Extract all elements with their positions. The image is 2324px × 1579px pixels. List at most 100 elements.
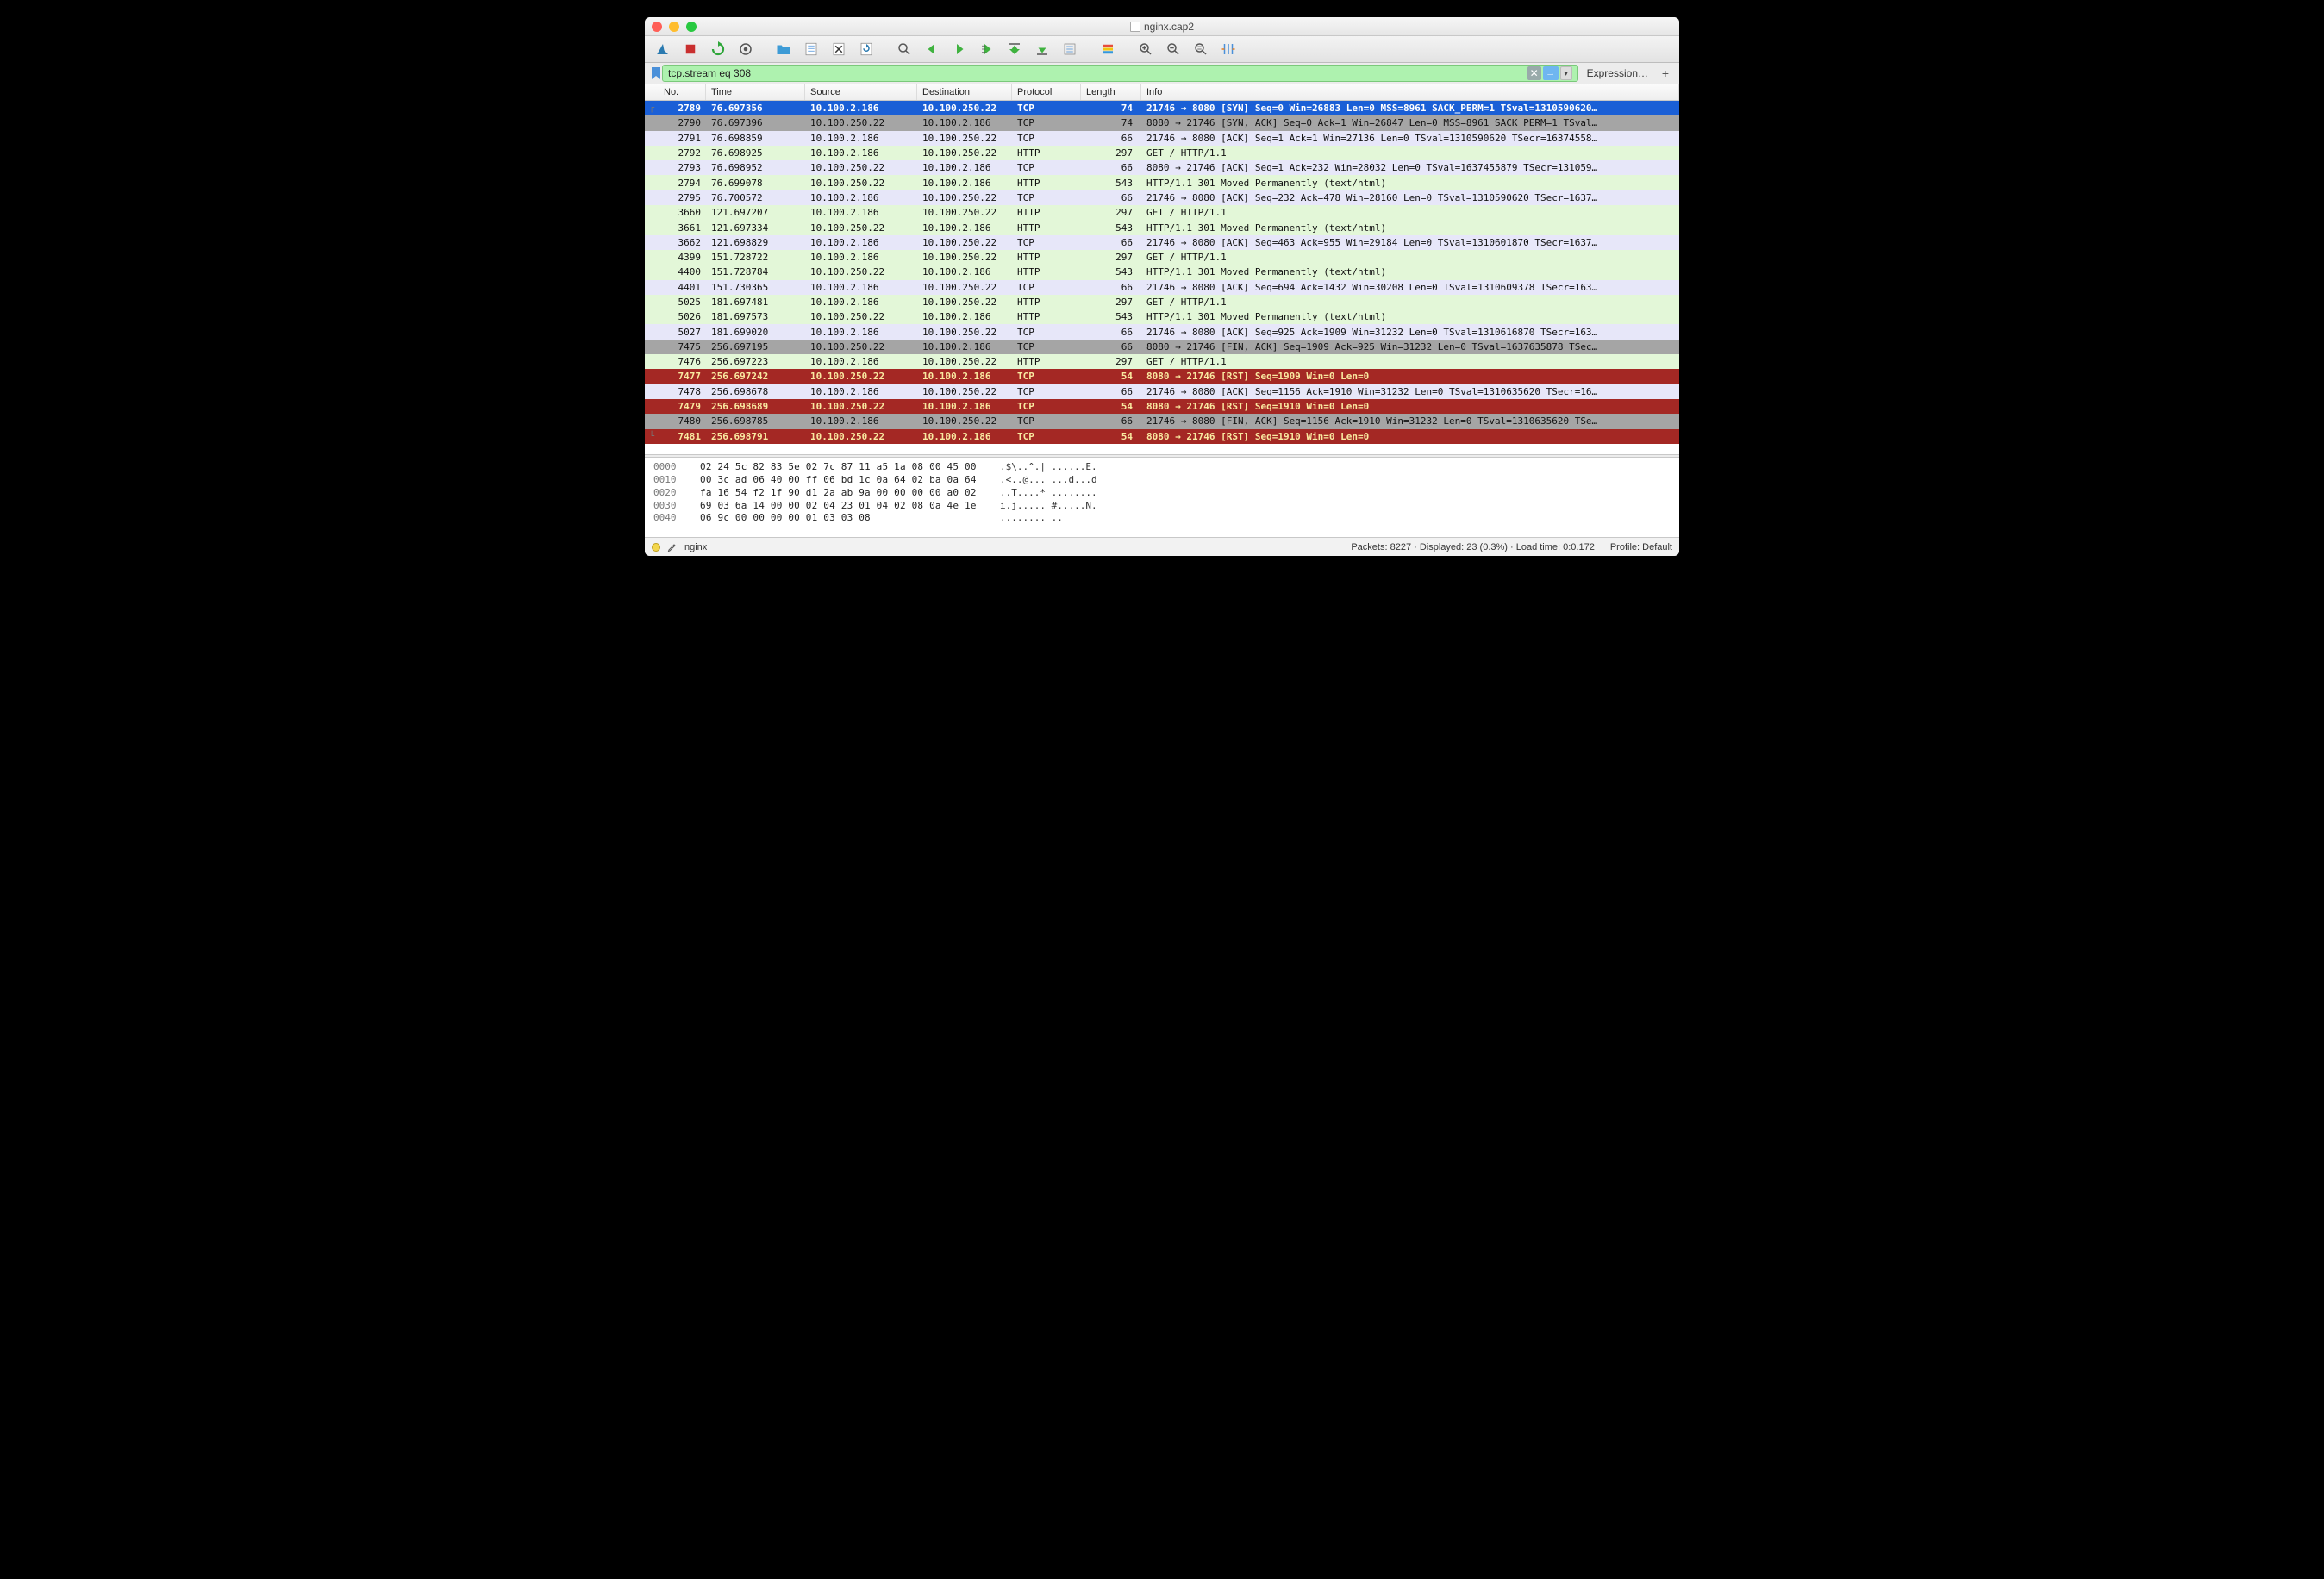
- packet-row[interactable]: 3662121.69882910.100.2.18610.100.250.22T…: [645, 235, 1679, 250]
- reload-file-button[interactable]: [855, 40, 878, 59]
- status-profile[interactable]: Profile: Default: [1610, 542, 1672, 552]
- cell-dest: 10.100.2.186: [917, 117, 1012, 128]
- cell-len: 297: [1081, 356, 1141, 367]
- packet-row[interactable]: 7477256.69724210.100.250.2210.100.2.186T…: [645, 369, 1679, 384]
- packet-row[interactable]: 4399151.72872210.100.2.18610.100.250.22H…: [645, 250, 1679, 265]
- packet-row[interactable]: 279576.70057210.100.2.18610.100.250.22TC…: [645, 190, 1679, 205]
- packet-row[interactable]: 279176.69885910.100.2.18610.100.250.22TC…: [645, 131, 1679, 146]
- col-header-len[interactable]: Length: [1081, 84, 1141, 100]
- go-last-button[interactable]: [1031, 40, 1053, 59]
- hex-ascii: i.j..... #.....N.: [1000, 500, 1097, 513]
- zoom-window-button[interactable]: [686, 22, 697, 32]
- col-header-dest[interactable]: Destination: [917, 84, 1012, 100]
- cell-info: 8080 → 21746 [FIN, ACK] Seq=1909 Ack=925…: [1141, 341, 1679, 353]
- hex-row[interactable]: 004006 9c 00 00 00 00 01 03 03 08.......…: [653, 512, 1671, 525]
- save-file-button[interactable]: [800, 40, 822, 59]
- capture-options-button[interactable]: [734, 40, 757, 59]
- hex-row[interactable]: 000002 24 5c 82 83 5e 02 7c 87 11 a5 1a …: [653, 461, 1671, 474]
- cell-dest: 10.100.250.22: [917, 207, 1012, 218]
- cell-proto: TCP: [1012, 327, 1081, 338]
- packet-row[interactable]: ┌278976.69735610.100.2.18610.100.250.22T…: [645, 101, 1679, 115]
- col-header-time[interactable]: Time: [706, 84, 805, 100]
- cell-time: 76.697356: [706, 103, 805, 114]
- cell-len: 66: [1081, 415, 1141, 427]
- filter-bookmark-button[interactable]: [650, 65, 662, 82]
- apply-filter-button[interactable]: →: [1543, 66, 1559, 80]
- packet-row[interactable]: 279376.69895210.100.250.2210.100.2.186TC…: [645, 160, 1679, 175]
- close-window-button[interactable]: [652, 22, 662, 32]
- shark-fin-icon[interactable]: [652, 40, 674, 59]
- packet-row[interactable]: 279076.69739610.100.250.2210.100.2.186TC…: [645, 115, 1679, 130]
- cell-info: HTTP/1.1 301 Moved Permanently (text/htm…: [1141, 311, 1679, 322]
- packet-row[interactable]: 4400151.72878410.100.250.2210.100.2.186H…: [645, 265, 1679, 279]
- cell-info: 21746 → 8080 [ACK] Seq=1 Ack=1 Win=27136…: [1141, 133, 1679, 144]
- cell-no: 2792: [659, 147, 706, 159]
- cell-dest: 10.100.250.22: [917, 386, 1012, 397]
- display-filter-input[interactable]: tcp.stream eq 308 ✕ → ▾: [662, 65, 1578, 82]
- packet-list-header[interactable]: No. Time Source Destination Protocol Len…: [645, 84, 1679, 101]
- zoom-reset-button[interactable]: [1190, 40, 1212, 59]
- expert-info-button[interactable]: [652, 543, 660, 552]
- hex-pane[interactable]: 000002 24 5c 82 83 5e 02 7c 87 11 a5 1a …: [645, 458, 1679, 537]
- hex-row[interactable]: 001000 3c ad 06 40 00 ff 06 bd 1c 0a 64 …: [653, 474, 1671, 487]
- close-file-button[interactable]: [828, 40, 850, 59]
- packet-row[interactable]: └7481256.69879110.100.250.2210.100.2.186…: [645, 429, 1679, 444]
- packet-row[interactable]: 7476256.69722310.100.2.18610.100.250.22H…: [645, 354, 1679, 369]
- cell-source: 10.100.2.186: [805, 327, 917, 338]
- packet-row[interactable]: 7480256.69878510.100.2.18610.100.250.22T…: [645, 414, 1679, 428]
- packet-row[interactable]: 7479256.69868910.100.250.2210.100.2.186T…: [645, 399, 1679, 414]
- add-filter-button[interactable]: +: [1657, 66, 1674, 80]
- cell-source: 10.100.2.186: [805, 296, 917, 308]
- edit-icon[interactable]: [667, 542, 678, 552]
- go-forward-button[interactable]: [948, 40, 971, 59]
- filter-history-dropdown[interactable]: ▾: [1560, 66, 1572, 80]
- find-packet-button[interactable]: [893, 40, 915, 59]
- titlebar[interactable]: nginx.cap2: [645, 17, 1679, 36]
- hex-row[interactable]: 003069 03 6a 14 00 00 02 04 23 01 04 02 …: [653, 500, 1671, 513]
- col-header-no[interactable]: No.: [659, 84, 706, 100]
- col-header-info[interactable]: Info: [1141, 84, 1679, 100]
- cell-time: 181.699020: [706, 327, 805, 338]
- colorize-button[interactable]: [1096, 40, 1119, 59]
- restart-capture-button[interactable]: [707, 40, 729, 59]
- resize-columns-button[interactable]: [1217, 40, 1240, 59]
- zoom-out-button[interactable]: [1162, 40, 1184, 59]
- packet-row[interactable]: 7478256.69867810.100.2.18610.100.250.22T…: [645, 384, 1679, 399]
- filter-bar: tcp.stream eq 308 ✕ → ▾ Expression… +: [645, 63, 1679, 84]
- packet-row[interactable]: 3660121.69720710.100.2.18610.100.250.22H…: [645, 205, 1679, 220]
- auto-scroll-button[interactable]: [1059, 40, 1081, 59]
- go-to-packet-button[interactable]: [976, 40, 998, 59]
- packet-row[interactable]: 279276.69892510.100.2.18610.100.250.22HT…: [645, 146, 1679, 160]
- main-toolbar: [645, 36, 1679, 63]
- col-header-proto[interactable]: Protocol: [1012, 84, 1081, 100]
- cell-len: 66: [1081, 341, 1141, 353]
- packet-row[interactable]: 5025181.69748110.100.2.18610.100.250.22H…: [645, 295, 1679, 309]
- packet-row[interactable]: 7475256.69719510.100.250.2210.100.2.186T…: [645, 340, 1679, 354]
- cell-no: 3660: [659, 207, 706, 218]
- zoom-in-button[interactable]: [1134, 40, 1157, 59]
- filter-expression-button[interactable]: Expression…: [1578, 67, 1657, 79]
- cell-info: 8080 → 21746 [ACK] Seq=1 Ack=232 Win=280…: [1141, 162, 1679, 173]
- cell-source: 10.100.250.22: [805, 117, 917, 128]
- cell-source: 10.100.250.22: [805, 371, 917, 382]
- hex-offset: 0000: [653, 461, 684, 474]
- cell-time: 256.697195: [706, 341, 805, 353]
- cell-proto: TCP: [1012, 431, 1081, 442]
- go-back-button[interactable]: [921, 40, 943, 59]
- hex-row[interactable]: 0020fa 16 54 f2 1f 90 d1 2a ab 9a 00 00 …: [653, 487, 1671, 500]
- stop-capture-button[interactable]: [679, 40, 702, 59]
- packet-list[interactable]: ┌278976.69735610.100.2.18610.100.250.22T…: [645, 101, 1679, 454]
- cell-dest: 10.100.250.22: [917, 356, 1012, 367]
- col-header-source[interactable]: Source: [805, 84, 917, 100]
- packet-row[interactable]: 279476.69907810.100.250.2210.100.2.186HT…: [645, 175, 1679, 190]
- open-file-button[interactable]: [772, 40, 795, 59]
- packet-row[interactable]: 4401151.73036510.100.2.18610.100.250.22T…: [645, 280, 1679, 295]
- go-first-button[interactable]: [1003, 40, 1026, 59]
- cell-len: 66: [1081, 282, 1141, 293]
- cell-proto: TCP: [1012, 371, 1081, 382]
- clear-filter-button[interactable]: ✕: [1527, 66, 1541, 80]
- packet-row[interactable]: 3661121.69733410.100.250.2210.100.2.186H…: [645, 220, 1679, 234]
- packet-row[interactable]: 5026181.69757310.100.250.2210.100.2.186H…: [645, 309, 1679, 324]
- packet-row[interactable]: 5027181.69902010.100.2.18610.100.250.22T…: [645, 324, 1679, 339]
- minimize-window-button[interactable]: [669, 22, 679, 32]
